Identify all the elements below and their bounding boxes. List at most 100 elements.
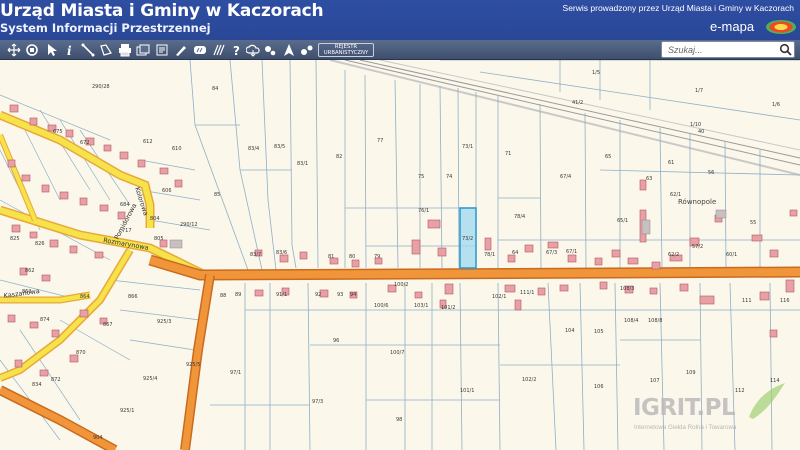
search-box [661,41,795,58]
plot-label: 80 [349,254,355,260]
plot-label: 100/2 [394,282,408,288]
plot-label: 111 [742,298,752,304]
app-subtitle: System Informacji Przestrzennej [0,21,211,35]
plot-label: 825 [10,236,20,242]
plot-label: 57/2 [692,244,703,250]
plot-label: 93 [337,292,343,298]
plot-label: 73/1 [462,144,473,150]
place-label-rownopole: Równopole [678,198,716,206]
plot-label: 870 [76,350,86,356]
plot-label: 104 [565,328,575,334]
measure-line-icon[interactable] [80,42,96,58]
plot-label: 675 [53,129,63,135]
igrit-tagline: Internetowa Giełda Rolna i Towarowa [634,424,737,431]
draw-icon[interactable] [173,42,189,58]
north-icon[interactable] [281,42,297,58]
plot-label: 75 [418,174,424,180]
plot-label: 904 [93,435,103,441]
layers-icon[interactable] [135,42,151,58]
point-info-icon[interactable] [299,42,315,58]
plot-label: 67/3 [546,250,557,256]
plot-label: 83/1 [297,161,308,167]
pdf-icon[interactable] [154,42,170,58]
plot-label: 1/10 [690,122,701,128]
plot-label: 78/1 [484,252,495,258]
plot-label: 65/1 [617,218,628,224]
plot-label: 672 [80,140,90,146]
zoom-window-icon[interactable] [24,42,40,58]
plot-label: 610 [172,146,182,152]
plot-label: 108/3 [620,286,634,292]
plot-label: 606 [162,188,172,194]
app-title: Urząd Miasta i Gminy w Kaczorach [0,1,324,21]
plot-label: 612 [143,139,153,145]
igrit-brand: IGRIT.PL [633,395,736,421]
plot-label: 94 [350,292,356,298]
plot-label: 40 [698,129,704,135]
plot-label: 82 [336,154,342,160]
plot-label: 109 [686,370,696,376]
plot-label: 834 [32,382,42,388]
info-icon[interactable]: i [62,42,78,58]
plot-label: 73/2 [462,236,473,242]
provider-note: Serwis prowadzony przez Urząd Miasta i G… [562,3,794,13]
plot-label: 83/4 [248,146,259,152]
plot-label: 83/6 [276,250,287,256]
plot-label: 804 [150,216,160,222]
plot-label: 92 [315,292,321,298]
igrit-watermark: IGRIT.PL Internetowa Giełda Rolna i Towa… [633,383,793,435]
pointer-icon[interactable] [44,42,60,58]
plot-label: 101/1 [460,388,474,394]
plot-label: 96 [333,338,339,344]
plot-label: 111/1 [520,290,534,296]
plot-label: 83/7 [250,252,261,258]
plot-label: 103/1 [414,303,428,309]
search-icon[interactable] [779,43,793,56]
plot-label: 76/1 [418,208,429,214]
plot-label: 102/1 [492,294,506,300]
print-icon[interactable] [117,42,133,58]
plot-label: 107 [650,378,660,384]
plot-label: 78/4 [514,214,525,220]
plot-label: 112 [735,388,745,394]
hatch-icon[interactable] [192,42,208,58]
plot-label: 63 [646,176,652,182]
plot-label: 1/5 [592,70,600,76]
map-canvas[interactable]: 290/28 84 83/4 83/5 83/1 82 77 75 74 73/… [0,60,800,450]
plot-label: 805 [154,236,164,242]
plot-label: 108/4 [624,318,638,324]
search-input[interactable] [662,42,774,57]
plot-label: 56 [708,170,714,176]
plot-label: 1/7 [695,88,703,94]
plot-label: 62/2 [668,252,679,258]
plot-label: 60/1 [726,252,737,258]
plot-label: 925/4 [143,376,157,382]
rejestr-urbanistyczny-button[interactable]: REJESTR URBANISTYCZNY [318,43,374,57]
plot-label: 83/5 [274,144,285,150]
settings-icon[interactable] [262,42,278,58]
plot-label: 77 [377,138,383,144]
plot-label: 74 [446,174,452,180]
plot-label: 1/6 [772,102,780,108]
plot-label: 105 [594,329,604,335]
plot-label: 97/1 [230,370,241,376]
help-icon[interactable]: ? [229,42,245,58]
plot-label: 826 [35,241,45,247]
plot-label: 290/28 [92,84,110,90]
cloud-icon[interactable] [245,42,261,58]
plot-label: 67/1 [566,249,577,255]
cadastral-map[interactable]: 290/28 84 83/4 83/5 83/1 82 77 75 74 73/… [0,60,800,450]
plot-label: 867 [103,322,113,328]
emapa-logo[interactable]: e-mapa [702,19,796,37]
measure-area-icon[interactable] [98,42,114,58]
plot-label: 41/2 [572,100,583,106]
plot-label: 925/5 [186,362,200,368]
plot-label: 101/2 [441,305,455,311]
plot-label: 98 [396,417,402,423]
lines-icon[interactable] [211,42,227,58]
plot-label: 864 [80,294,90,300]
plot-label: 81 [328,254,334,260]
plot-label: 71 [505,151,511,157]
plot-label: 67/4 [560,174,571,180]
pan-icon[interactable] [6,42,22,58]
